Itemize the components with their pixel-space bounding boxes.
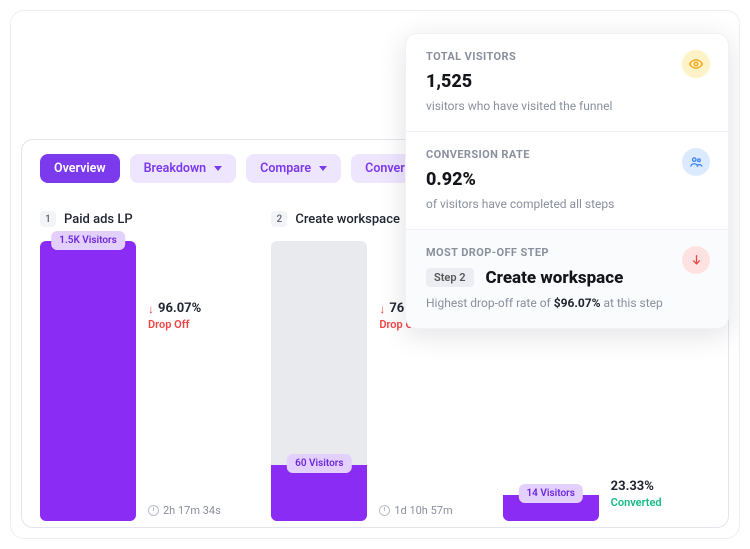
stat-subtext: of visitors have completed all steps [426,196,708,213]
app-frame: Overview Breakdown Compare Conversion Ti… [10,10,740,539]
arrow-down-icon: ↓ [148,302,154,316]
stat-subtext: visitors who have visited the funnel [426,98,708,115]
eye-icon [682,50,710,78]
clock-icon [148,505,159,516]
clock-icon [379,505,390,516]
stat-subtext: Highest drop-off rate of $96.07% at this… [426,295,708,312]
stat-value: 0.92% [426,169,708,190]
visitors-pill: 1.5K Visitors [51,231,125,250]
stat-title: TOTAL VISITORS [426,50,708,63]
tab-overview[interactable]: Overview [40,154,120,183]
tab-breakdown[interactable]: Breakdown [130,154,237,183]
stat-title: MOST DROP-OFF STEP [426,246,708,259]
arrow-down-icon: ↓ [379,302,385,316]
step-bar: 1.5K Visitors [40,241,136,521]
step-name: Create workspace [295,212,400,227]
tab-compare-label: Compare [260,161,311,176]
summary-stats-card: TOTAL VISITORS 1,525 visitors who have v… [405,33,729,329]
stat-value: 1,525 [426,71,708,92]
visitors-pill: 14 Visitors [518,484,582,503]
converted-percent: 23.33% [611,479,710,494]
chevron-down-icon [214,166,222,171]
step-name: Paid ads LP [64,212,133,227]
time-value: 2h 17m 34s [163,504,221,517]
arrow-down-icon [682,246,710,274]
dropoff-label: Drop Off [148,318,247,331]
time-metric: 2h 17m 34s [148,504,247,517]
step-bar: 60 Visitors [271,241,367,521]
tab-compare[interactable]: Compare [246,154,341,183]
converted-label: Converted [611,496,710,509]
stat-total-visitors: TOTAL VISITORS 1,525 visitors who have v… [406,34,728,132]
users-icon [682,148,710,176]
stat-most-dropoff: MOST DROP-OFF STEP Step 2 Create workspa… [406,230,728,329]
dropoff-percent: 96.07% [158,301,201,316]
visitors-pill: 60 Visitors [287,454,351,473]
chevron-down-icon [319,166,327,171]
stat-title: CONVERSION RATE [426,148,708,161]
step-number-badge: 1 [40,211,56,227]
dropoff-step-chip: Step 2 [426,268,474,287]
time-value: 1d 10h 57m [394,504,452,517]
funnel-step-1: 1 Paid ads LP 1.5K Visitors ↓ 96.07% Drop… [40,211,247,521]
tab-breakdown-label: Breakdown [144,161,207,176]
dropoff-metric: ↓ 96.07% Drop Off [148,301,247,331]
converted-metric: 23.33% Converted [611,479,710,509]
time-metric: 1d 10h 57m [379,504,478,517]
dropoff-step-name: Create workspace [486,267,624,287]
step-header: 1 Paid ads LP [40,211,247,227]
step-number-badge: 2 [271,211,287,227]
stat-conversion-rate: CONVERSION RATE 0.92% of visitors have c… [406,132,728,230]
